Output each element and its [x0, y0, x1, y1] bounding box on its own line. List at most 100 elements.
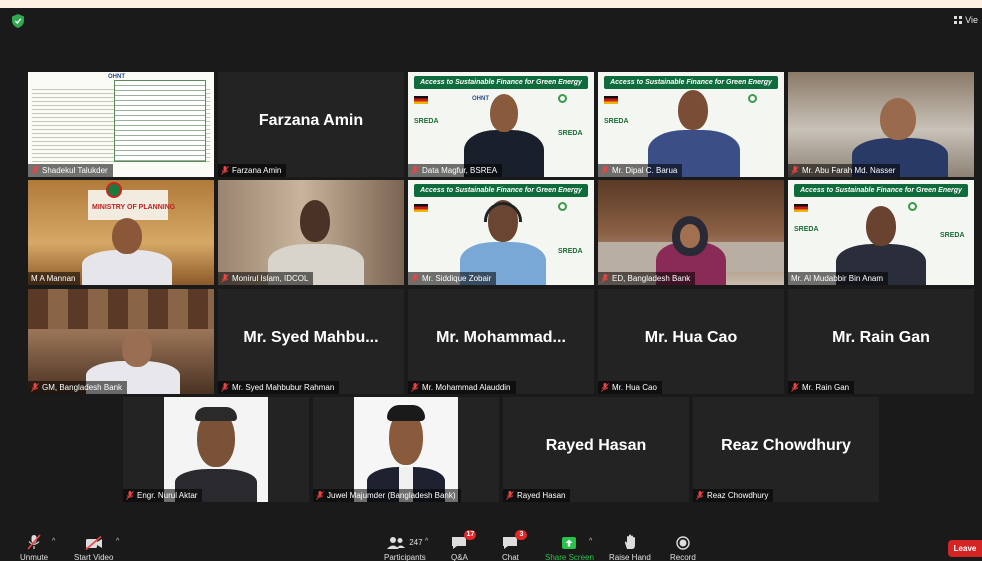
government-seal: [106, 182, 122, 198]
video-tile[interactable]: Access to Sustainable Finance for Green …: [408, 72, 594, 177]
flag-logo: [414, 204, 428, 212]
muted-mic-icon: [411, 166, 419, 175]
video-tile[interactable]: Access to Sustainable Finance for Green …: [408, 180, 594, 285]
muted-mic-icon: [31, 383, 39, 392]
event-banner-title: Access to Sustainable Finance for Green …: [604, 76, 778, 89]
share-screen-icon: [562, 537, 577, 549]
video-off-icon: [85, 536, 102, 550]
record-icon: [676, 536, 690, 550]
record-button[interactable]: Record: [670, 534, 696, 561]
participant-name-label: Mr. Al Mudabbir Bin Anam: [788, 272, 889, 285]
unmute-button[interactable]: Unmute: [20, 534, 48, 561]
gallery-grid-icon: [954, 16, 963, 24]
video-tile[interactable]: Access to Sustainable Finance for Green …: [598, 72, 784, 177]
event-banner-title: Access to Sustainable Finance for Green …: [794, 184, 968, 197]
participant-name-label: M A Mannan: [28, 272, 81, 285]
participant-name-label: Shadekul Talukder: [28, 164, 113, 177]
idcol-logo: [748, 94, 757, 103]
video-tile[interactable]: Mr. Hua Cao Mr. Hua Cao: [598, 289, 784, 394]
participant-name-label: Mr. Abu Farah Md. Nasser: [788, 164, 901, 177]
participant-big-name: Rayed Hasan: [545, 437, 647, 454]
participant-name-label: Data Magfur, BSREA: [408, 164, 503, 177]
participant-name-label: Mr. Dipal C. Barua: [598, 164, 683, 177]
share-options-caret-icon[interactable]: ^: [589, 538, 592, 545]
participant-name-label: Juwel Majumder (Bangladesh Bank): [313, 489, 461, 502]
video-tile[interactable]: ED, Bangladesh Bank: [598, 180, 784, 285]
raise-hand-icon: [624, 534, 635, 549]
participant-big-name: Mr. Syed Mahbu...: [243, 329, 379, 346]
muted-mic-icon: [411, 274, 419, 283]
meeting-toolbar: Unmute ^ Start Video ^ 247 Participants …: [0, 527, 982, 561]
video-options-caret-icon[interactable]: ^: [116, 538, 119, 545]
video-tile[interactable]: Monirul Islam, IDCOL: [218, 180, 404, 285]
participants-icon: [387, 537, 406, 549]
participant-name-label: Farzana Amin: [218, 164, 287, 177]
participant-name-label: Mr. Mohammad Alauddin: [408, 381, 516, 394]
idcol-logo: [908, 202, 917, 211]
participants-count: 247: [409, 537, 423, 547]
start-video-button[interactable]: Start Video: [74, 534, 113, 561]
participants-button[interactable]: 247 Participants: [384, 534, 426, 561]
qa-badge: 17: [464, 530, 477, 540]
participant-name-label: Mr. Rain Gan: [788, 381, 855, 394]
participant-name-label: Mr. Syed Mahbubur Rahman: [218, 381, 340, 394]
video-tile[interactable]: OHNT Shadekul Talukder: [28, 72, 214, 177]
video-tile-active-speaker[interactable]: Access to Sustainable Finance for Green …: [788, 180, 974, 285]
flag-logo: [414, 96, 428, 104]
idcol-logo: [558, 94, 567, 103]
video-tile[interactable]: Mr. Syed Mahbu... Mr. Syed Mahbubur Rahm…: [218, 289, 404, 394]
shared-document-video: OHNT: [28, 72, 214, 177]
video-tile[interactable]: Farzana Amin Farzana Amin: [218, 72, 404, 177]
ministry-placard: MINISTRY OF PLANNING: [92, 204, 176, 211]
muted-mic-icon: [601, 383, 609, 392]
view-button[interactable]: Vie: [948, 12, 982, 28]
muted-mic-icon: [411, 383, 419, 392]
qa-button[interactable]: 17 Q&A: [451, 530, 477, 561]
share-screen-button[interactable]: Share Screen: [545, 534, 594, 561]
sreda-logo: SREDA: [940, 232, 965, 239]
top-strip: [0, 0, 982, 8]
muted-mic-icon: [31, 166, 39, 175]
audio-options-caret-icon[interactable]: ^: [52, 538, 55, 545]
participant-name-label: Mr. Siddique Zobair: [408, 272, 497, 285]
event-banner-title: Access to Sustainable Finance for Green …: [414, 184, 588, 197]
video-tile[interactable]: GM, Bangladesh Bank: [28, 289, 214, 394]
view-label: Vie: [965, 15, 978, 25]
participant-big-name: Mr. Rain Gan: [832, 329, 930, 346]
raise-hand-button[interactable]: Raise Hand: [609, 534, 651, 561]
shield-icon[interactable]: [12, 14, 24, 28]
muted-mic-icon: [791, 166, 799, 175]
ohnt-logo: OHNT: [108, 74, 125, 80]
chat-badge: 3: [515, 530, 528, 540]
ohnt-logo: OHNT: [472, 96, 489, 102]
participant-name-label: GM, Bangladesh Bank: [28, 381, 128, 394]
sreda-logo: SREDA: [558, 248, 583, 255]
video-tile[interactable]: MINISTRY OF PLANNING M A Mannan: [28, 180, 214, 285]
muted-mic-icon: [221, 274, 229, 283]
muted-mic-icon: [506, 491, 514, 500]
participant-name-label: Monirul Islam, IDCOL: [218, 272, 314, 285]
participant-big-name: Farzana Amin: [258, 112, 364, 129]
flag-logo: [604, 96, 618, 104]
muted-mic-icon: [126, 491, 134, 500]
sreda-logo: SREDA: [558, 130, 583, 137]
muted-mic-icon: [221, 383, 229, 392]
video-tile[interactable]: Engr. Nurul Aktar: [123, 397, 309, 502]
video-tile[interactable]: Mr. Mohammad... Mr. Mohammad Alauddin: [408, 289, 594, 394]
video-tile[interactable]: Mr. Abu Farah Md. Nasser: [788, 72, 974, 177]
video-tile[interactable]: Juwel Majumder (Bangladesh Bank): [313, 397, 499, 502]
mic-muted-icon: [27, 534, 41, 550]
participant-name-label: Rayed Hasan: [503, 489, 571, 502]
participant-big-name: Reaz Chowdhury: [721, 437, 851, 454]
video-tile[interactable]: Reaz Chowdhury Reaz Chowdhury: [693, 397, 879, 502]
sreda-logo: SREDA: [414, 118, 439, 125]
video-tile[interactable]: Mr. Rain Gan Mr. Rain Gan: [788, 289, 974, 394]
flag-logo: [794, 204, 808, 212]
leave-button[interactable]: Leave: [948, 540, 982, 557]
chat-button[interactable]: 3 Chat: [502, 530, 528, 561]
muted-mic-icon: [601, 166, 609, 175]
video-tile[interactable]: Rayed Hasan Rayed Hasan: [503, 397, 689, 502]
participants-caret-icon[interactable]: ^: [425, 538, 428, 545]
person-video: [866, 206, 896, 246]
participant-name-label: Engr. Nurul Aktar: [123, 489, 203, 502]
